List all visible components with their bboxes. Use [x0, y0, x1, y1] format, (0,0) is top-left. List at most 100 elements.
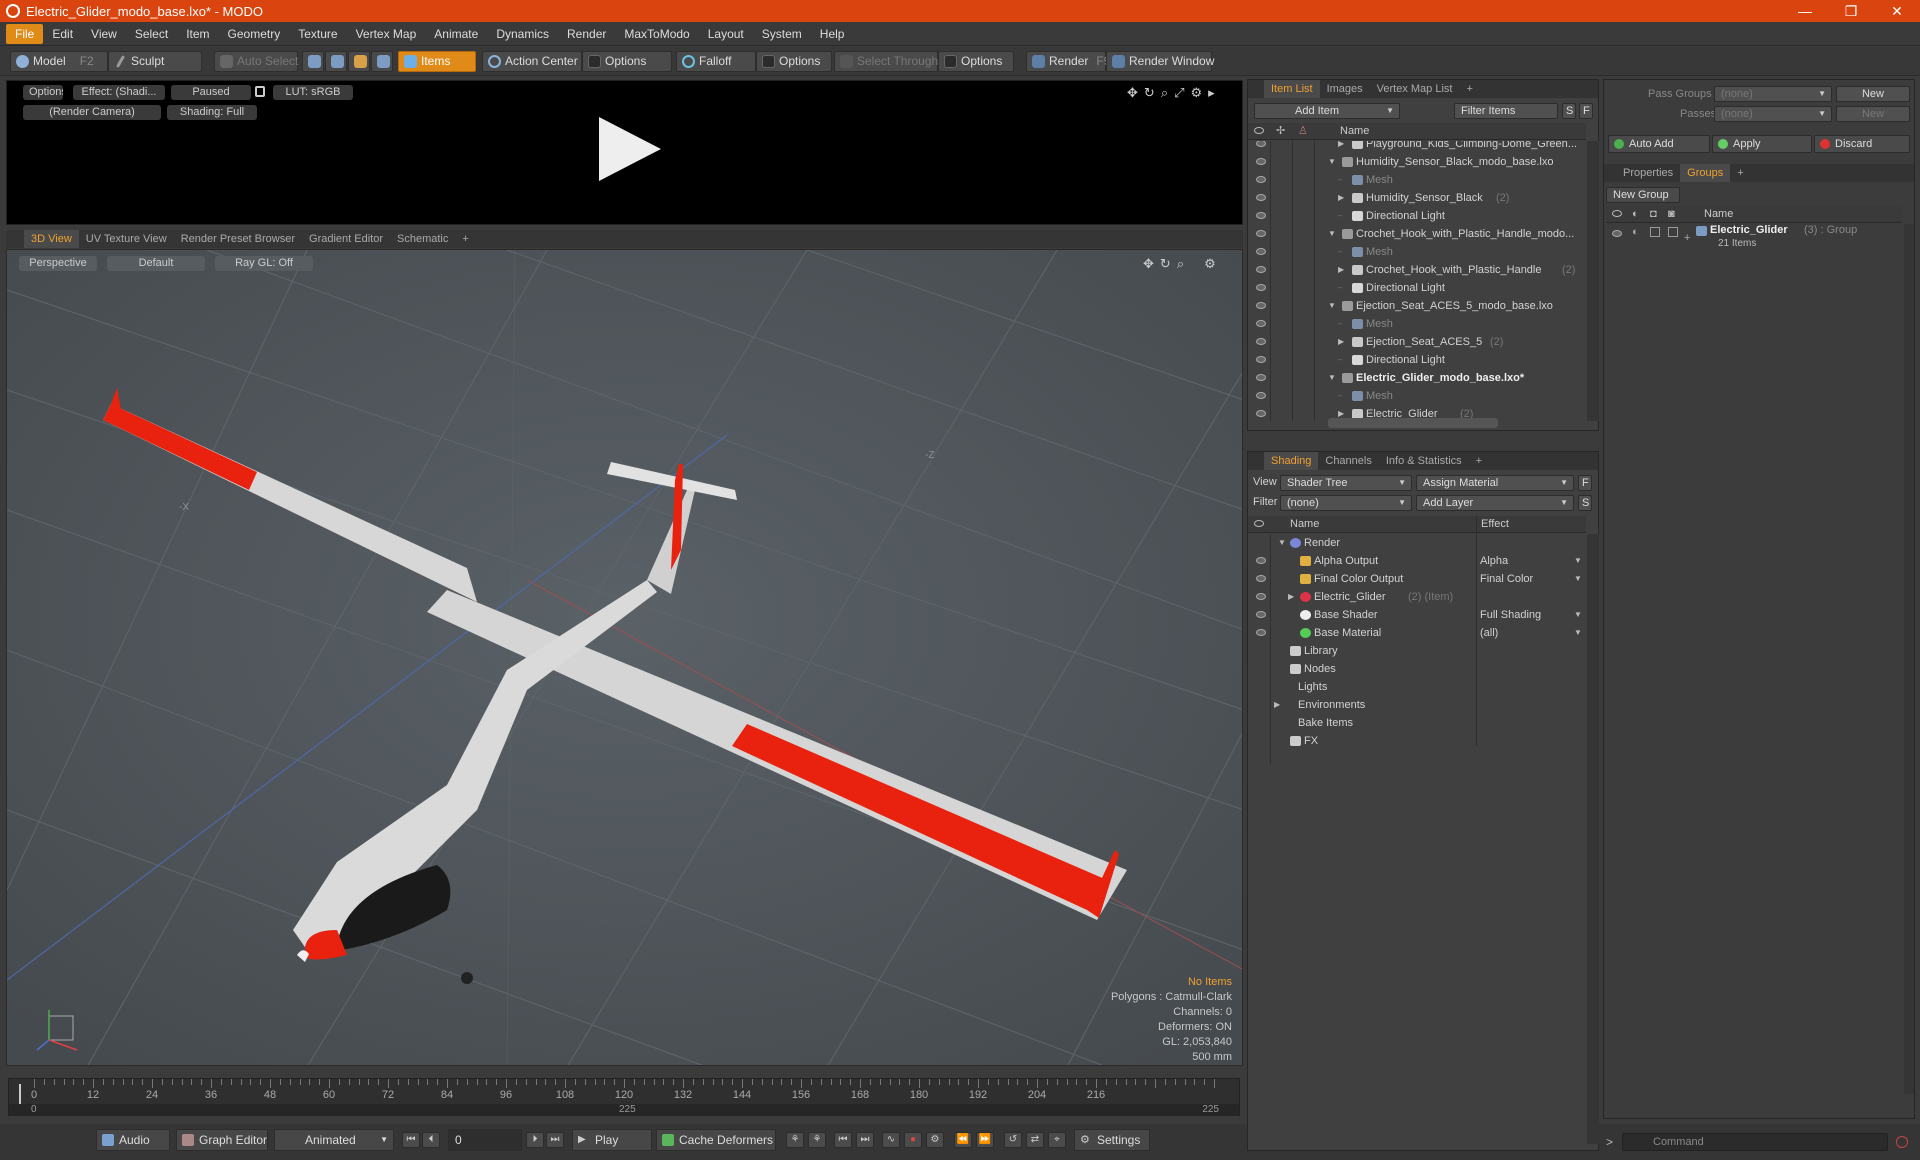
- item-list-hscrollbar[interactable]: [1328, 418, 1498, 428]
- 3d-viewport[interactable]: -X -Z Perspective Default Ray GL: Off ✥ ↻…: [6, 249, 1243, 1066]
- menu-animate[interactable]: Animate: [425, 24, 487, 44]
- shader-tree-dropdown[interactable]: Shader Tree ▼: [1280, 475, 1412, 491]
- lut-dropdown[interactable]: LUT: sRGB: [273, 85, 353, 100]
- timeline-playhead[interactable]: [19, 1084, 21, 1104]
- eye-icon[interactable]: [1256, 158, 1266, 165]
- eye-icon[interactable]: [1256, 266, 1266, 273]
- lock-toggle-icon[interactable]: [1650, 227, 1660, 237]
- select-vertices-button[interactable]: [302, 51, 324, 72]
- snap-icon[interactable]: ⌖: [1048, 1132, 1066, 1148]
- item-row[interactable]: – Directional Light: [1248, 279, 1586, 297]
- default-style-dropdown[interactable]: Default: [107, 256, 205, 271]
- tab-groups[interactable]: Groups: [1680, 164, 1731, 182]
- perspective-dropdown[interactable]: Perspective: [19, 256, 97, 271]
- item-row[interactable]: – Mesh: [1248, 243, 1586, 261]
- curve-icon[interactable]: ∿: [882, 1132, 900, 1148]
- item-row[interactable]: ▼ Ejection_Seat_ACES_5_modo_base.lxo: [1248, 297, 1586, 315]
- shader-row[interactable]: Alpha Output Alpha ▼: [1248, 552, 1586, 570]
- add-item-dropdown[interactable]: Add Item ▼: [1254, 103, 1400, 119]
- play-icon[interactable]: [599, 117, 661, 181]
- settings-button[interactable]: ⚙ Settings: [1074, 1129, 1150, 1151]
- shader-row[interactable]: Base Material (all) ▼: [1248, 624, 1586, 642]
- rotate-icon[interactable]: ↻: [1160, 256, 1171, 272]
- eye-icon[interactable]: [1256, 356, 1266, 363]
- effect-dropdown[interactable]: Alpha: [1480, 552, 1508, 570]
- eye-icon[interactable]: [1256, 302, 1266, 309]
- expand-arrow-icon[interactable]: ▶: [1274, 696, 1280, 714]
- name-column-header[interactable]: Name: [1704, 206, 1733, 223]
- menu-layout[interactable]: Layout: [699, 24, 753, 44]
- zoom-icon[interactable]: ⌕: [1177, 256, 1184, 272]
- eye-icon[interactable]: [1256, 593, 1266, 600]
- tab-item-list[interactable]: Item List: [1264, 80, 1320, 98]
- name-column-header[interactable]: Name: [1290, 516, 1319, 533]
- move-icon[interactable]: ✥: [1127, 85, 1138, 101]
- select-toggle-icon[interactable]: [1668, 227, 1678, 237]
- chevron-down-icon[interactable]: ▼: [1574, 606, 1582, 624]
- tab-info-statistics[interactable]: Info & Statistics: [1379, 452, 1469, 470]
- collapse-arrow-icon[interactable]: ▼: [1278, 534, 1286, 552]
- menu-view[interactable]: View: [82, 24, 126, 44]
- key-icon[interactable]: ⚘: [786, 1132, 804, 1148]
- eye-icon[interactable]: [1612, 230, 1622, 237]
- item-row[interactable]: – Mesh: [1248, 387, 1586, 405]
- effect-dropdown[interactable]: (all): [1480, 624, 1498, 642]
- expand-arrow-icon[interactable]: ▶: [1338, 333, 1344, 351]
- eye-icon[interactable]: [1256, 575, 1266, 582]
- rotate-icon[interactable]: ↻: [1144, 85, 1155, 101]
- play-button[interactable]: ▶ Play: [572, 1129, 652, 1151]
- raygl-dropdown[interactable]: Ray GL: Off: [215, 256, 313, 271]
- expand-arrow-icon[interactable]: ▶: [1288, 588, 1294, 606]
- item-row[interactable]: ▶ Ejection_Seat_ACES_5 (2): [1248, 333, 1586, 351]
- tab-gradient-editor[interactable]: Gradient Editor: [302, 230, 390, 248]
- eye-icon[interactable]: [1256, 392, 1266, 399]
- add-tab-button[interactable]: +: [1469, 452, 1489, 470]
- render-options-button[interactable]: Options: [23, 85, 63, 100]
- record-icon[interactable]: ●: [904, 1132, 922, 1148]
- eye-icon[interactable]: [1256, 230, 1266, 237]
- paused-toggle[interactable]: Paused: [171, 85, 251, 100]
- items-mode-button[interactable]: Items: [398, 51, 476, 72]
- menu-geometry[interactable]: Geometry: [219, 24, 290, 44]
- graph-editor-button[interactable]: Graph Editor: [176, 1129, 268, 1151]
- select-polygons-button[interactable]: [348, 51, 370, 72]
- next-key-icon[interactable]: ⏭: [856, 1132, 874, 1148]
- item-row[interactable]: ▼ Humidity_Sensor_Black_modo_base.lxo: [1248, 153, 1586, 171]
- collapse-arrow-icon[interactable]: ▼: [1328, 153, 1336, 171]
- prev-frame-icon[interactable]: ⏴: [422, 1132, 440, 1148]
- lock-icon[interactable]: [255, 86, 265, 97]
- tab-images[interactable]: Images: [1320, 80, 1370, 98]
- menu-help[interactable]: Help: [811, 24, 854, 44]
- shader-row[interactable]: ▶ Environments: [1248, 696, 1586, 714]
- keyall-icon[interactable]: ⚘: [808, 1132, 826, 1148]
- loop-icon[interactable]: ↺: [1004, 1132, 1022, 1148]
- shader-row[interactable]: Final Color Output Final Color ▼: [1248, 570, 1586, 588]
- first-frame-icon[interactable]: ⏮: [402, 1132, 420, 1148]
- fit-icon[interactable]: ⤢: [1174, 85, 1184, 101]
- chevron-down-icon[interactable]: ▼: [1574, 570, 1582, 588]
- passes-dropdown[interactable]: (none) ▼: [1714, 106, 1832, 122]
- eye-icon[interactable]: [1256, 141, 1266, 147]
- timeline[interactable]: 0 12 24 36 48 60 72 84 96 108 120 132 144 156 168 180 19…: [8, 1078, 1240, 1116]
- tab-uv-texture-view[interactable]: UV Texture View: [79, 230, 174, 248]
- skip-back-icon[interactable]: ⏪: [954, 1132, 972, 1148]
- falloff-options-button[interactable]: Options: [756, 51, 832, 72]
- select-edges-button[interactable]: [325, 51, 347, 72]
- menu-file[interactable]: File: [6, 23, 44, 44]
- menu-system[interactable]: System: [753, 24, 811, 44]
- action-center-options-button[interactable]: Options: [582, 51, 672, 72]
- groups-scrollbar[interactable]: [1904, 224, 1914, 1094]
- tab-properties[interactable]: Properties: [1616, 164, 1680, 182]
- effect-dropdown[interactable]: Full Shading: [1480, 606, 1541, 624]
- gear-icon[interactable]: ⚙: [1204, 256, 1216, 272]
- effect-dropdown[interactable]: Effect: (Shadi...: [73, 85, 165, 100]
- auto-key-icon[interactable]: ⚙: [926, 1132, 944, 1148]
- eye-icon[interactable]: [1256, 374, 1266, 381]
- shading-dropdown[interactable]: Shading: Full: [167, 105, 257, 120]
- select-materials-button[interactable]: [371, 51, 393, 72]
- menu-render[interactable]: Render: [558, 24, 615, 44]
- collapse-arrow-icon[interactable]: ▼: [1328, 225, 1336, 243]
- eye-icon[interactable]: [1256, 557, 1266, 564]
- current-frame-input[interactable]: 0: [448, 1129, 522, 1151]
- shader-row[interactable]: Lights: [1248, 678, 1586, 696]
